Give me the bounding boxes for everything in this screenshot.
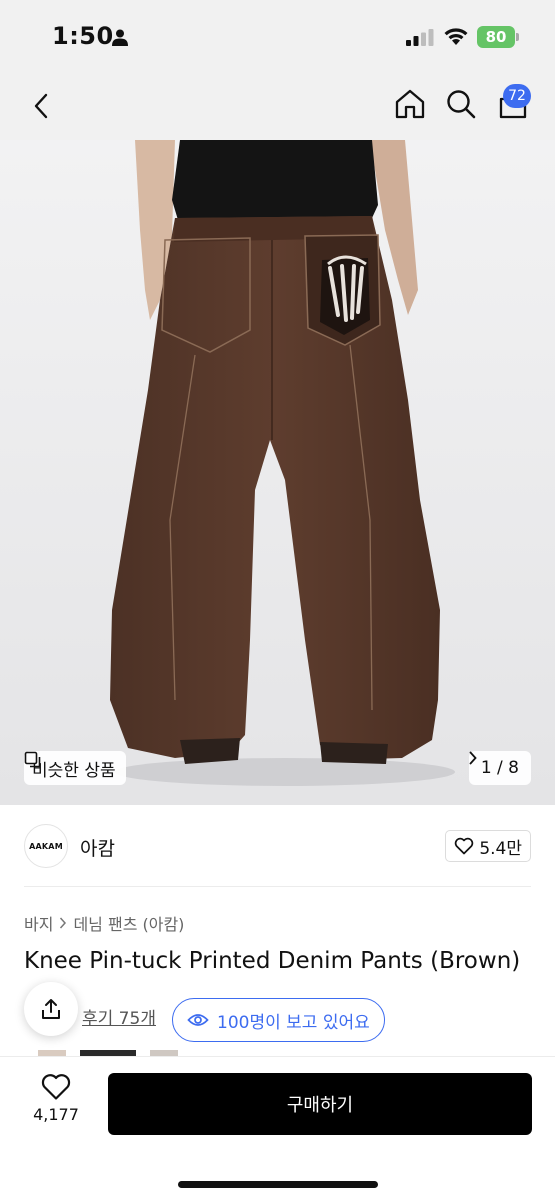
review-row: 후기 75개 100명이 보고 있어요 [0,982,555,1044]
search-icon[interactable] [444,86,478,122]
person-icon [112,29,128,46]
breadcrumb-category[interactable]: 바지 [24,911,53,935]
brand-row[interactable]: AAKAM 아캄 5.4만 [0,805,555,887]
image-page-indicator[interactable]: 1 / 8 [468,751,531,785]
heart-icon [41,1074,71,1100]
cart-count-badge: 72 [503,84,531,108]
battery-icon: 80 [477,26,519,48]
product-photo [110,140,455,786]
buy-button[interactable]: 구매하기 [108,1073,532,1135]
signal-icon [406,29,434,46]
wishlist-count: 4,177 [33,1105,79,1124]
share-button[interactable] [24,982,78,1036]
product-title: Knee Pin-tuck Printed Denim Pants (Brown… [24,948,521,974]
breadcrumb: 바지 데님 팬츠 (아캄) [24,911,184,935]
back-icon[interactable] [26,88,56,124]
chevron-right-icon [469,751,477,765]
brand-like-count: 5.4만 [479,838,522,859]
share-icon [42,999,60,1019]
nav-bar [0,72,555,140]
home-indicator [178,1181,378,1188]
wifi-icon [444,28,468,45]
wishlist-button[interactable]: 4,177 [24,1073,88,1135]
review-count-link[interactable]: 후기 75개 [82,1004,156,1029]
similar-products-label: 비슷한 상품 [32,760,116,781]
image-page-label: 1 / 8 [480,758,519,778]
heart-icon [455,837,474,855]
divider [24,886,531,887]
brand-logo[interactable]: AAKAM [24,824,68,868]
battery-level: 80 [485,28,507,46]
viewers-badge: 100명이 보고 있어요 [172,998,385,1042]
brand-logo-text: AAKAM [29,841,63,851]
status-time: 1:50 [52,22,114,50]
copy-icon [24,751,41,768]
bottom-action-bar: 4,177 구매하기 [0,1056,555,1200]
chevron-right-icon [60,917,67,929]
home-icon[interactable] [393,86,427,122]
breadcrumb-subcategory[interactable]: 데님 팬츠 (아캄) [73,911,184,935]
product-image[interactable]: 비슷한 상품 1 / 8 [0,140,555,805]
viewers-text: 100명이 보고 있어요 [217,1012,370,1033]
similar-products-button[interactable]: 비슷한 상품 [24,751,126,785]
eye-icon [187,1014,209,1026]
brand-like-button[interactable]: 5.4만 [445,830,531,862]
brand-name[interactable]: 아캄 [80,834,115,861]
status-bar: 1:50 80 [0,0,555,72]
